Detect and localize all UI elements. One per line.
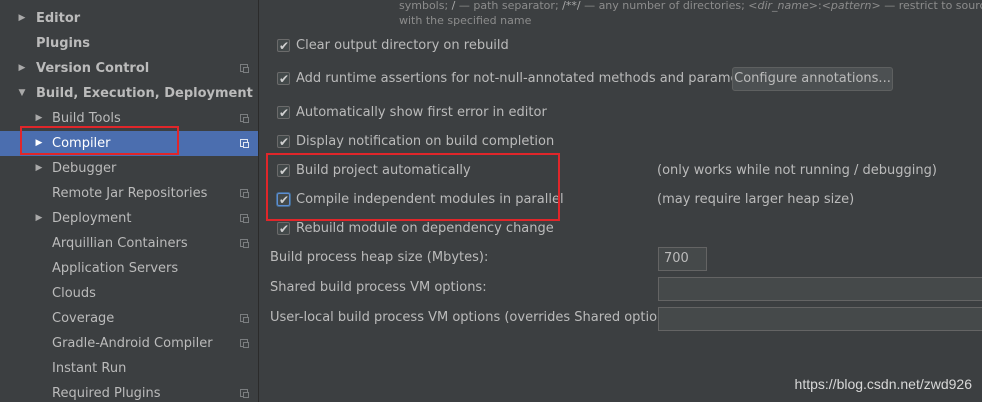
chevron-right-icon[interactable]: ▶ [34,156,44,181]
tree-item-label: Arquillian Containers [52,236,188,251]
checkbox[interactable]: ✔ [277,222,290,236]
heap-size-input[interactable]: 700 [658,247,707,271]
option-label: Build project automatically [296,163,471,178]
tree-item-debugger[interactable]: ▶ Debugger [0,156,258,181]
settings-sidebar: ▶ Editor Plugins ▶ Version Control ▼ Bui… [0,0,259,402]
tree-item-build-tools[interactable]: ▶ Build Tools [0,106,258,131]
tree-item-version-control[interactable]: ▶ Version Control [0,56,258,81]
project-scope-icon [240,139,249,148]
tree-item-label: Compiler [52,136,111,151]
user-local-vm-options-label: User-local build process VM options (ove… [270,310,682,325]
chevron-right-icon[interactable]: ▶ [34,131,44,156]
tree-item-label: Instant Run [52,361,127,376]
checkmark-icon: ✔ [279,222,290,236]
checkmark-icon: ✔ [279,106,290,120]
shared-vm-options-label: Shared build process VM options: [270,280,487,295]
chevron-right-icon[interactable]: ▶ [17,56,27,81]
resource-patterns-hint: symbols; / — path separator; /**/ — any … [399,0,982,12]
chevron-right-icon[interactable]: ▶ [34,106,44,131]
tree-item-label: Gradle-Android Compiler [52,336,213,351]
tree-item-editor[interactable]: ▶ Editor [0,6,258,31]
project-scope-icon [240,64,249,73]
tree-item-label: Version Control [36,61,150,76]
project-scope-icon [240,389,249,398]
checkbox[interactable]: ✔ [277,106,290,120]
checkmark-icon: ✔ [279,193,290,207]
tree-item-label: Editor [36,11,81,26]
tree-item-required-plugins[interactable]: Required Plugins [0,381,258,402]
checkmark-icon: ✔ [279,164,290,178]
tree-item-deployment[interactable]: ▶ Deployment [0,206,258,231]
checkbox[interactable]: ✔ [277,72,290,86]
tree-item-application-servers[interactable]: Application Servers [0,256,258,281]
tree-item-arquillian-containers[interactable]: Arquillian Containers [0,231,258,256]
checkbox[interactable]: ✔ [277,164,290,178]
project-scope-icon [240,314,249,323]
chevron-right-icon[interactable]: ▶ [34,206,44,231]
option-label: Display notification on build completion [296,134,555,149]
tree-item-instant-run[interactable]: Instant Run [0,356,258,381]
checkbox[interactable]: ✔ [277,39,290,53]
option-label: Clear output directory on rebuild [296,38,509,53]
option-label: Add runtime assertions for not-null-anno… [296,71,764,86]
resource-patterns-hint-line2: with the specified name [399,14,532,27]
option-label: Compile independent modules in parallel [296,192,564,207]
tree-item-label: Deployment [52,211,132,226]
checkbox[interactable]: ✔ [277,193,290,207]
shared-vm-options-input[interactable] [658,277,982,301]
configure-annotations-button[interactable]: Configure annotations... [732,67,893,91]
tree-item-compiler[interactable]: ▶ Compiler [0,131,258,156]
tree-item-label: Application Servers [52,261,179,276]
tree-item-label: Build, Execution, Deployment [36,86,253,101]
checkmark-icon: ✔ [279,72,290,86]
tree-item-label: Plugins [36,36,90,51]
project-scope-icon [240,189,249,198]
tree-item-coverage[interactable]: Coverage [0,306,258,331]
project-scope-icon [240,239,249,248]
tree-item-clouds[interactable]: Clouds [0,281,258,306]
project-scope-icon [240,339,249,348]
tree-item-label: Required Plugins [52,386,161,401]
tree-item-build-execution-deployment[interactable]: ▼ Build, Execution, Deployment [0,81,258,106]
watermark: https://blog.csdn.net/zwd926 [794,376,972,392]
compiler-settings-panel: symbols; / — path separator; /**/ — any … [259,0,982,402]
build-automatically-note: (only works while not running / debuggin… [657,163,937,178]
tree-item-label: Build Tools [52,111,121,126]
project-scope-icon [240,214,249,223]
project-scope-icon [240,114,249,123]
tree-item-label: Coverage [52,311,115,326]
checkbox[interactable]: ✔ [277,135,290,149]
tree-item-plugins[interactable]: Plugins [0,31,258,56]
option-label: Automatically show first error in editor [296,105,547,120]
tree-item-label: Debugger [52,161,117,176]
parallel-compile-note: (may require larger heap size) [657,192,855,207]
heap-size-label: Build process heap size (Mbytes): [270,250,489,265]
chevron-down-icon[interactable]: ▼ [17,81,27,106]
tree-item-remote-jar-repositories[interactable]: Remote Jar Repositories [0,181,258,206]
checkmark-icon: ✔ [279,39,290,53]
tree-item-gradle-android-compiler[interactable]: Gradle-Android Compiler [0,331,258,356]
tree-item-label: Clouds [52,286,96,301]
chevron-right-icon[interactable]: ▶ [17,6,27,31]
option-label: Rebuild module on dependency change [296,221,554,236]
checkmark-icon: ✔ [279,135,290,149]
tree-item-label: Remote Jar Repositories [52,186,208,201]
user-local-vm-options-input[interactable] [658,307,982,331]
